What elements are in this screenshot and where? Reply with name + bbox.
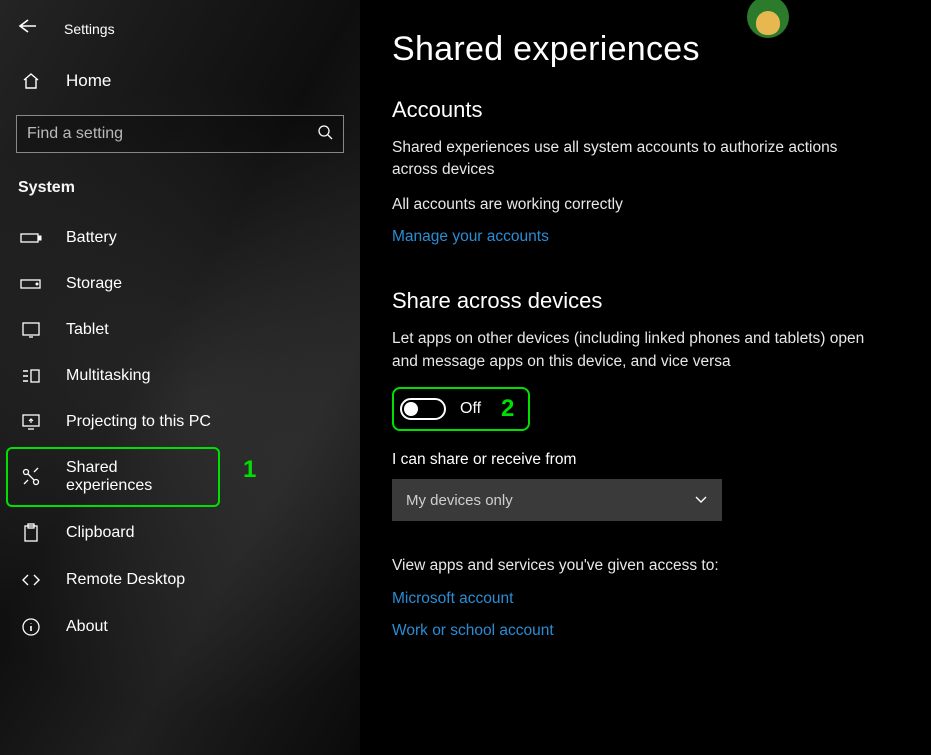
window-title: Settings (64, 21, 115, 37)
chevron-down-icon (694, 493, 708, 508)
sidebar-item-label: About (66, 618, 108, 636)
multitasking-icon (20, 367, 42, 385)
sidebar-item-label: Multitasking (66, 367, 150, 385)
sidebar: Settings Home System Battery Storage (0, 0, 360, 755)
sidebar-item-about[interactable]: About (0, 603, 360, 651)
shared-experiences-icon (20, 467, 42, 487)
manage-accounts-link[interactable]: Manage your accounts (392, 228, 549, 246)
home-icon (20, 71, 42, 91)
sidebar-item-label: Shared experiences (66, 459, 208, 495)
share-from-dropdown[interactable]: My devices only (392, 479, 722, 521)
home-label: Home (66, 71, 111, 91)
microsoft-account-link[interactable]: Microsoft account (392, 590, 901, 608)
nav-list: Battery Storage Tablet Multitasking Proj… (0, 215, 360, 651)
sidebar-item-battery[interactable]: Battery (0, 215, 360, 261)
back-button[interactable] (10, 14, 42, 43)
sidebar-item-clipboard[interactable]: Clipboard (0, 509, 360, 557)
sidebar-item-label: Tablet (66, 321, 109, 339)
projecting-icon (20, 413, 42, 431)
share-description: Let apps on other devices (including lin… (392, 328, 882, 373)
about-icon (20, 617, 42, 637)
share-heading: Share across devices (392, 288, 901, 314)
toggle-state-label: Off (460, 400, 481, 418)
sidebar-item-label: Clipboard (66, 524, 134, 542)
accounts-heading: Accounts (392, 97, 901, 123)
annotation-number: 2 (501, 395, 514, 423)
search-box[interactable] (16, 115, 344, 153)
sidebar-item-remote-desktop[interactable]: Remote Desktop (0, 557, 360, 603)
share-toggle-group: Off 2 (392, 387, 530, 431)
storage-icon (20, 277, 42, 291)
sidebar-item-label: Projecting to this PC (66, 413, 211, 431)
search-input[interactable] (27, 125, 317, 143)
access-description: View apps and services you've given acce… (392, 555, 882, 577)
sidebar-item-projecting[interactable]: Projecting to this PC (0, 399, 360, 445)
accounts-description: Shared experiences use all system accoun… (392, 137, 882, 182)
search-icon (317, 124, 333, 144)
home-button[interactable]: Home (0, 57, 360, 105)
tablet-icon (20, 321, 42, 339)
work-account-link[interactable]: Work or school account (392, 622, 901, 640)
sidebar-item-label: Remote Desktop (66, 571, 185, 589)
clipboard-icon (20, 523, 42, 543)
sidebar-item-label: Storage (66, 275, 122, 293)
main-content: Shared experiences Accounts Shared exper… (360, 0, 931, 755)
sidebar-item-storage[interactable]: Storage (0, 261, 360, 307)
remote-desktop-icon (20, 572, 42, 588)
sidebar-item-label: Battery (66, 229, 117, 247)
accounts-status: All accounts are working correctly (392, 194, 882, 216)
annotation-number: 1 (243, 456, 256, 484)
arrow-left-icon (16, 18, 36, 34)
battery-icon (20, 231, 42, 245)
page-title: Shared experiences (392, 30, 901, 69)
sidebar-item-multitasking[interactable]: Multitasking (0, 353, 360, 399)
share-from-label: I can share or receive from (392, 451, 901, 469)
toggle-knob (404, 402, 418, 416)
share-toggle[interactable] (400, 398, 446, 420)
sidebar-item-tablet[interactable]: Tablet (0, 307, 360, 353)
sidebar-item-shared-experiences[interactable]: Shared experiences 1 (6, 447, 220, 507)
dropdown-value: My devices only (406, 492, 513, 509)
section-label: System (0, 153, 360, 203)
